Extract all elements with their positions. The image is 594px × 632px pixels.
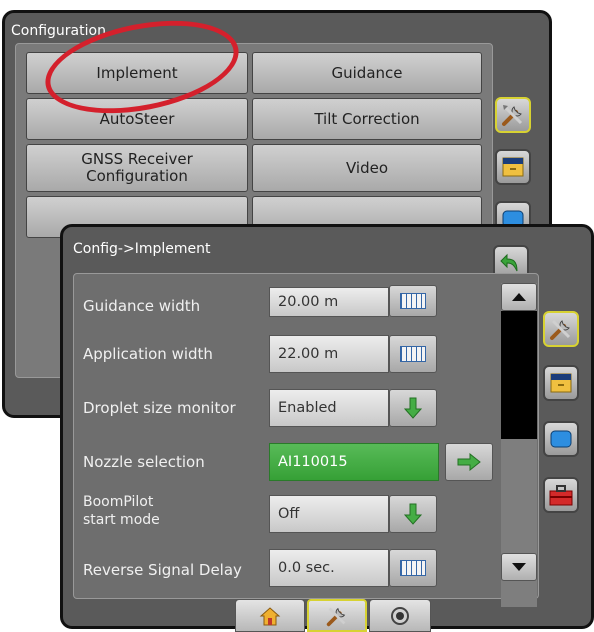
- tools-icon: [326, 607, 346, 626]
- row-label-boompilot-start-mode: BoomPilot start mode: [83, 493, 233, 529]
- tilt-correction-button[interactable]: Tilt Correction: [252, 98, 482, 140]
- back-arrow-icon: [500, 253, 518, 272]
- application-width-field[interactable]: 22.00 m: [269, 335, 389, 373]
- boompilot-label-text: BoomPilot start mode: [83, 494, 160, 528]
- tools-icon: [502, 105, 523, 126]
- down-arrow-icon: [404, 503, 422, 525]
- keyboard-icon: [400, 560, 426, 576]
- row-label-droplet-size-monitor: Droplet size monitor: [83, 399, 236, 417]
- tools-tab[interactable]: [543, 311, 579, 347]
- right-arrow-icon: [457, 453, 481, 471]
- toolbox-tab[interactable]: [543, 477, 579, 513]
- triangle-up-icon: [512, 293, 526, 301]
- triangle-down-icon: [512, 563, 526, 571]
- gnss-receiver-configuration-button[interactable]: GNSS Receiver Configuration: [26, 144, 248, 192]
- nozzle-selection-field[interactable]: AI110015: [269, 443, 439, 481]
- reverse-signal-delay-keyboard-button[interactable]: [389, 549, 437, 587]
- boompilot-start-mode-dropdown-button[interactable]: [389, 495, 437, 533]
- guidance-width-field[interactable]: 20.00 m: [269, 287, 389, 317]
- keyboard-icon: [400, 346, 426, 362]
- row-label-reverse-signal-delay: Reverse Signal Delay: [83, 561, 242, 579]
- tools-icon: [550, 319, 571, 340]
- implement-panel: Config->Implement Guidance width 20.00 m…: [60, 224, 594, 632]
- scrollbar-thumb[interactable]: [501, 311, 537, 439]
- scroll-up-button[interactable]: [501, 283, 537, 311]
- reverse-signal-delay-field[interactable]: 0.0 sec.: [269, 549, 389, 587]
- guidance-button[interactable]: Guidance: [252, 52, 482, 94]
- config-tools-tab[interactable]: [495, 97, 531, 133]
- drawer-icon: [502, 157, 524, 177]
- config-drawer-tab[interactable]: [495, 149, 531, 185]
- home-tab[interactable]: [235, 599, 305, 632]
- droplet-size-monitor-field[interactable]: Enabled: [269, 389, 389, 427]
- guidance-width-keyboard-button[interactable]: [389, 285, 437, 317]
- camera-icon: [391, 606, 409, 625]
- nozzle-selection-next-button[interactable]: [445, 443, 493, 481]
- tools-bottom-tab[interactable]: [307, 599, 367, 632]
- down-arrow-icon: [404, 397, 422, 419]
- row-label-nozzle-selection: Nozzle selection: [83, 453, 205, 471]
- home-icon: [259, 606, 281, 625]
- application-width-keyboard-button[interactable]: [389, 335, 437, 373]
- video-button[interactable]: Video: [252, 144, 482, 192]
- scroll-down-button[interactable]: [501, 553, 537, 581]
- screen-tab[interactable]: [543, 421, 579, 457]
- drawer-tab[interactable]: [543, 365, 579, 401]
- row-label-guidance-width: Guidance width: [83, 297, 201, 315]
- toolbox-icon: [549, 485, 573, 506]
- camera-tab[interactable]: [369, 599, 431, 632]
- row-label-application-width: Application width: [83, 345, 213, 363]
- breadcrumb: Config->Implement: [73, 241, 211, 257]
- droplet-size-monitor-dropdown-button[interactable]: [389, 389, 437, 427]
- drawer-icon: [550, 373, 572, 393]
- keyboard-icon: [400, 293, 426, 309]
- screen-icon: [550, 430, 572, 448]
- boompilot-start-mode-field[interactable]: Off: [269, 495, 389, 533]
